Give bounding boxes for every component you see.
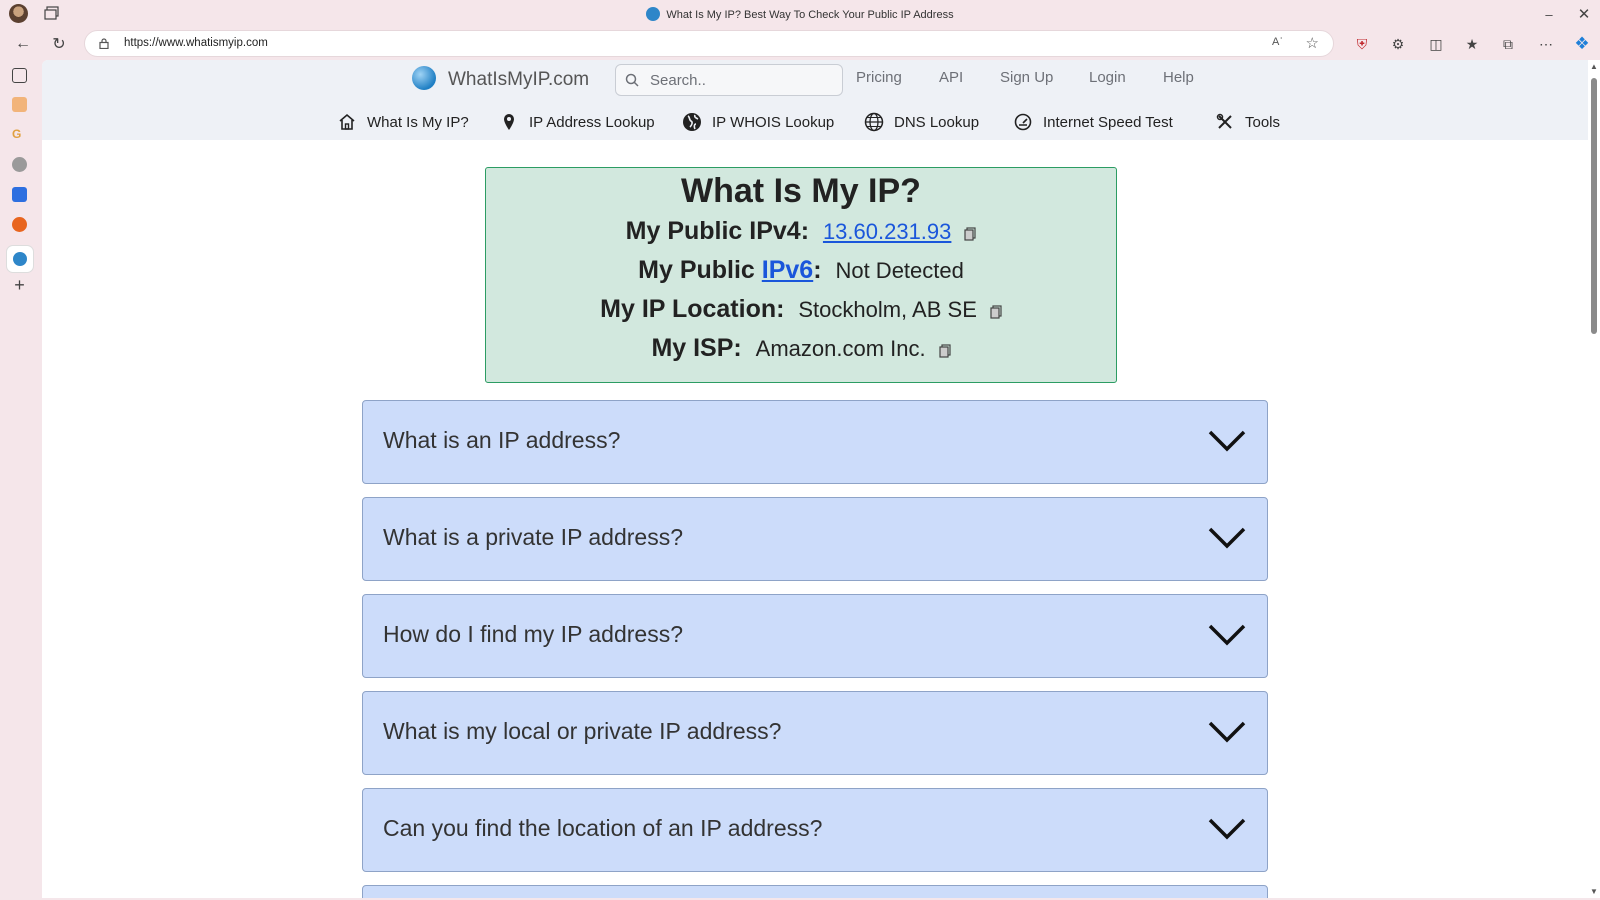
favorites-icon[interactable]: ★	[1462, 34, 1482, 54]
page-content: WhatIsMyIP.com Search.. Pricing API Sign…	[42, 60, 1600, 898]
page-title: What Is My IP?	[681, 172, 921, 210]
window-title-bar: What Is My IP? Best Way To Check Your Pu…	[0, 0, 1600, 28]
search-placeholder: Search..	[650, 72, 706, 89]
collections-icon[interactable]: ⧉	[1498, 34, 1518, 54]
vertical-sidebar: G +	[0, 60, 42, 900]
signup-link[interactable]: Sign Up	[1000, 69, 1053, 86]
copy-icon[interactable]	[990, 305, 1002, 319]
faq-question: What is my local or private IP address?	[383, 718, 782, 744]
whatismyip-favicon-icon	[13, 252, 27, 266]
home-icon	[337, 112, 357, 132]
scrollbar-thumb[interactable]	[1591, 78, 1597, 334]
sidebar-tab-5-icon[interactable]	[12, 217, 27, 232]
ipv4-value-link[interactable]: 13.60.231.93	[823, 219, 951, 244]
site-header: WhatIsMyIP.com Search.. Pricing API Sign…	[42, 60, 1588, 140]
faq-item[interactable]: What is a private IP address?	[362, 497, 1268, 581]
tools-icon	[1215, 112, 1235, 132]
tab-panel-icon[interactable]	[12, 68, 27, 83]
ipv6-label-suffix: :	[813, 256, 822, 284]
back-button[interactable]: ←	[12, 33, 34, 55]
sidebar-tab-3-icon[interactable]	[12, 157, 27, 172]
login-link[interactable]: Login	[1089, 69, 1126, 86]
earth-icon	[682, 112, 702, 132]
copy-icon[interactable]	[964, 227, 976, 241]
faq-question: What is a private IP address?	[383, 524, 683, 550]
isp-label: My ISP:	[651, 334, 742, 362]
copy-icon[interactable]	[938, 344, 951, 358]
faq-item[interactable]: Can you find the location of an IP addre…	[362, 788, 1268, 872]
site-logo-text[interactable]: WhatIsMyIP.com	[448, 69, 589, 91]
active-tab-whatismyip[interactable]	[7, 246, 33, 272]
ipv6-label-prefix: My Public	[638, 256, 762, 284]
docs-tab-icon[interactable]	[12, 187, 27, 202]
nav-ip-whois-lookup[interactable]: IP WHOIS Lookup	[682, 112, 834, 132]
ipv4-row: My Public IPv4: 13.60.231.93	[486, 217, 1116, 250]
nav-ip-address-lookup[interactable]: IP Address Lookup	[499, 112, 655, 132]
scroll-up-arrow-icon[interactable]: ▲	[1590, 62, 1598, 71]
close-button[interactable]: ✕	[1570, 4, 1598, 24]
window-title-text: What Is My IP? Best Way To Check Your Pu…	[666, 9, 954, 21]
extensions-icon[interactable]: ⚙	[1388, 34, 1408, 54]
read-aloud-icon[interactable]: Aʾ	[1272, 36, 1283, 48]
ipv4-label: My Public IPv4:	[625, 217, 810, 245]
refresh-button[interactable]: ↻	[48, 33, 70, 55]
copilot-icon[interactable]: ❖	[1572, 34, 1592, 54]
location-value: Stockholm, AB SE	[798, 297, 977, 322]
site-logo-icon[interactable]	[412, 66, 436, 90]
ipv6-link[interactable]: IPv6	[762, 256, 813, 284]
nav-internet-speed-test[interactable]: Internet Speed Test	[1013, 112, 1173, 132]
nav-label: What Is My IP?	[367, 113, 469, 131]
scroll-down-arrow-icon[interactable]: ▼	[1590, 887, 1598, 896]
nav-label: IP WHOIS Lookup	[712, 113, 835, 131]
search-icon	[625, 73, 639, 87]
help-link[interactable]: Help	[1163, 69, 1194, 86]
nav-label: Tools	[1245, 113, 1281, 131]
minimize-button[interactable]: –	[1534, 4, 1564, 24]
faq-question: What is an IP address?	[383, 427, 621, 453]
search-input[interactable]: Search..	[615, 64, 843, 96]
new-tab-button[interactable]: +	[12, 276, 27, 294]
google-tab-icon[interactable]: G	[12, 127, 27, 142]
api-link[interactable]: API	[939, 69, 963, 86]
chevron-down-icon	[1208, 818, 1246, 840]
nav-label: Internet Speed Test	[1043, 113, 1173, 131]
chevron-down-icon	[1208, 721, 1246, 743]
pricing-link[interactable]: Pricing	[856, 69, 902, 86]
faq-question: Can you find the location of an IP addre…	[383, 815, 823, 841]
nav-what-is-my-ip[interactable]: What Is My IP?	[337, 112, 469, 132]
faq-item-partial[interactable]	[362, 885, 1268, 898]
nav-dns-lookup[interactable]: DNS Lookup	[864, 112, 979, 132]
ipv6-row: My Public IPv6: Not Detected	[486, 256, 1116, 289]
lock-icon	[99, 38, 109, 49]
nav-label: DNS Lookup	[894, 113, 980, 131]
speedometer-icon	[1013, 112, 1033, 132]
globe-grid-icon	[864, 112, 884, 132]
window-title: What Is My IP? Best Way To Check Your Pu…	[0, 7, 1600, 21]
site-favicon-icon	[646, 7, 661, 21]
location-label: My IP Location:	[600, 295, 785, 323]
ipv6-value: Not Detected	[835, 258, 964, 283]
chevron-down-icon	[1208, 624, 1246, 646]
nav-label: IP Address Lookup	[529, 113, 655, 131]
url-text[interactable]: https://www.whatismyip.com	[124, 37, 268, 49]
chevron-down-icon	[1208, 527, 1246, 549]
faq-item[interactable]: How do I find my IP address?	[362, 594, 1268, 678]
location-row: My IP Location: Stockholm, AB SE	[486, 295, 1116, 328]
more-menu-icon[interactable]: ⋯	[1536, 34, 1556, 54]
ip-info-box: What Is My IP? My Public IPv4: 13.60.231…	[485, 167, 1117, 383]
nav-tools[interactable]: Tools	[1215, 112, 1280, 132]
faq-item[interactable]: What is an IP address?	[362, 400, 1268, 484]
split-screen-icon[interactable]: ◫	[1426, 34, 1446, 54]
chevron-down-icon	[1208, 430, 1246, 452]
isp-value: Amazon.com Inc.	[755, 336, 926, 361]
favorite-star-icon[interactable]: ☆	[1306, 34, 1319, 52]
faq-question: How do I find my IP address?	[383, 621, 683, 647]
sidebar-tab-1-icon[interactable]	[12, 97, 27, 112]
page-scrollbar[interactable]: ▲ ▼	[1588, 60, 1600, 898]
faq-item[interactable]: What is my local or private IP address?	[362, 691, 1268, 775]
shield-extension-icon[interactable]: ⛨	[1352, 34, 1372, 54]
address-bar[interactable]: https://www.whatismyip.com Aʾ ☆	[84, 30, 1334, 57]
map-pin-icon	[499, 112, 519, 132]
isp-row: My ISP: Amazon.com Inc.	[486, 334, 1116, 367]
